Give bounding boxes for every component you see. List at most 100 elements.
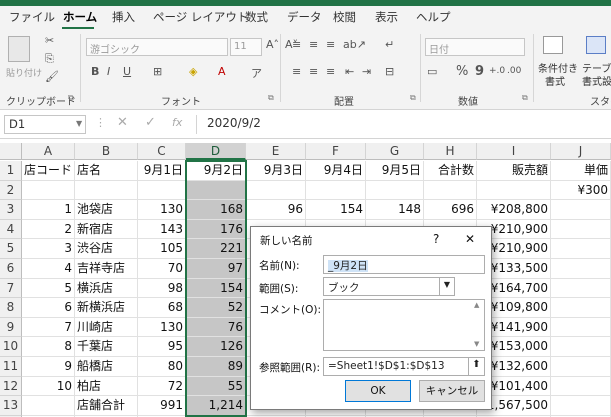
- column-header-j[interactable]: J: [551, 143, 611, 160]
- cell-a13[interactable]: [22, 396, 75, 416]
- column-header-a[interactable]: A: [22, 143, 75, 160]
- row-header-10[interactable]: 10: [0, 337, 22, 357]
- cell-j6[interactable]: [551, 259, 611, 279]
- conditional-format-icon[interactable]: [543, 36, 563, 54]
- orientation-icon[interactable]: ab↗: [343, 38, 366, 51]
- cell-j12[interactable]: [551, 376, 611, 397]
- cell-j4[interactable]: [551, 219, 611, 240]
- row-header-1[interactable]: 1: [0, 161, 22, 181]
- cell-j13[interactable]: [551, 396, 611, 416]
- paste-icon[interactable]: [8, 36, 30, 62]
- number-format-combo[interactable]: 日付: [425, 38, 525, 56]
- cell-a10[interactable]: 8: [22, 337, 75, 357]
- name-box[interactable]: D1: [4, 115, 86, 134]
- row-header-11[interactable]: 11: [0, 357, 22, 377]
- cut-icon[interactable]: ✂: [45, 34, 54, 47]
- fill-color-icon[interactable]: ◈: [189, 65, 197, 78]
- cell-j8[interactable]: [551, 298, 611, 318]
- row-header-9[interactable]: 9: [0, 317, 22, 338]
- cell-f3[interactable]: 154: [306, 200, 366, 220]
- cell-b13[interactable]: 店舗合計: [75, 396, 138, 416]
- cell-j5[interactable]: [551, 239, 611, 259]
- cell-d6[interactable]: 97: [186, 259, 246, 279]
- cell-c11[interactable]: 80: [138, 357, 186, 377]
- alignment-launcher-icon[interactable]: ⧉: [410, 93, 416, 103]
- row-header-3[interactable]: 3: [0, 200, 22, 220]
- cell-b1[interactable]: 店名: [75, 161, 138, 181]
- cell-c10[interactable]: 95: [138, 337, 186, 357]
- cell-g3[interactable]: 148: [366, 200, 424, 220]
- cell-c13[interactable]: 991: [138, 396, 186, 416]
- close-button[interactable]: ✕: [465, 232, 475, 246]
- cell-b10[interactable]: 千葉店: [75, 337, 138, 357]
- select-all-corner[interactable]: [0, 143, 22, 160]
- cell-b3[interactable]: 池袋店: [75, 200, 138, 220]
- font-color-icon[interactable]: A: [218, 65, 226, 78]
- column-header-c[interactable]: C: [138, 143, 186, 160]
- format-table-label-2[interactable]: 書式設: [582, 73, 611, 88]
- name-input[interactable]: _9月2日: [323, 255, 485, 274]
- cell-c1[interactable]: 9月1日: [138, 161, 186, 181]
- help-button[interactable]: ?: [433, 232, 439, 246]
- refers-to-input[interactable]: =Sheet1!$D$1:$D$13: [323, 357, 469, 376]
- font-launcher-icon[interactable]: ⧉: [268, 93, 274, 103]
- cell-a2[interactable]: [22, 180, 75, 201]
- clipboard-launcher-icon[interactable]: ⧉: [68, 93, 74, 103]
- cell-j7[interactable]: [551, 278, 611, 299]
- tab-formulas[interactable]: 数式: [245, 9, 268, 25]
- cell-a12[interactable]: 10: [22, 376, 75, 397]
- scope-select[interactable]: ブック: [323, 277, 455, 296]
- cell-d1[interactable]: 9月2日: [186, 161, 246, 181]
- cell-a8[interactable]: 6: [22, 298, 75, 318]
- cell-c2[interactable]: [138, 180, 186, 201]
- cell-e1[interactable]: 9月3日: [246, 161, 306, 181]
- column-header-e[interactable]: E: [246, 143, 306, 160]
- cell-d13[interactable]: 1,214: [186, 396, 246, 416]
- cell-g1[interactable]: 9月5日: [366, 161, 424, 181]
- cell-h1[interactable]: 合計数: [424, 161, 477, 181]
- cell-a3[interactable]: 1: [22, 200, 75, 220]
- bold-button[interactable]: B: [91, 65, 99, 78]
- cell-d10[interactable]: 126: [186, 337, 246, 357]
- column-header-g[interactable]: G: [366, 143, 424, 160]
- cell-b12[interactable]: 柏店: [75, 376, 138, 397]
- cancel-button[interactable]: キャンセル: [419, 380, 485, 402]
- middle-align-icon[interactable]: ≡: [309, 38, 318, 51]
- font-name-combo[interactable]: 游ゴシック: [86, 38, 228, 56]
- cell-i2[interactable]: [477, 180, 551, 201]
- cell-d4[interactable]: 176: [186, 219, 246, 240]
- merge-center-icon[interactable]: ⊟: [385, 65, 394, 78]
- cell-c9[interactable]: 130: [138, 317, 186, 338]
- tab-page-layout[interactable]: ページ レイアウト: [153, 9, 248, 25]
- confirm-entry-icon[interactable]: ✓: [145, 115, 156, 130]
- name-box-dropdown-icon[interactable]: ▼: [76, 119, 82, 128]
- number-launcher-icon[interactable]: ⧉: [522, 93, 528, 103]
- format-table-icon[interactable]: [586, 36, 606, 54]
- cell-d5[interactable]: 221: [186, 239, 246, 259]
- cell-j11[interactable]: [551, 357, 611, 377]
- underline-button[interactable]: U: [123, 65, 131, 78]
- row-header-5[interactable]: 5: [0, 239, 22, 259]
- comma-button[interactable]: 9: [475, 64, 484, 79]
- cell-d2[interactable]: [186, 180, 246, 201]
- ok-button[interactable]: OK: [345, 380, 411, 402]
- cell-d11[interactable]: 89: [186, 357, 246, 377]
- tab-review[interactable]: 校閲: [333, 9, 356, 25]
- accounting-format-icon[interactable]: ▭: [427, 65, 437, 78]
- cell-i3[interactable]: ¥208,800: [477, 200, 551, 220]
- cell-a9[interactable]: 7: [22, 317, 75, 338]
- italic-button[interactable]: I: [107, 65, 110, 78]
- cell-b2[interactable]: [75, 180, 138, 201]
- cell-e3[interactable]: 96: [246, 200, 306, 220]
- cell-a7[interactable]: 5: [22, 278, 75, 299]
- cancel-entry-icon[interactable]: ✕: [117, 115, 128, 130]
- cell-f2[interactable]: [306, 180, 366, 201]
- conditional-format-label-2[interactable]: 書式: [545, 73, 565, 88]
- row-header-6[interactable]: 6: [0, 259, 22, 279]
- column-header-h[interactable]: H: [424, 143, 477, 160]
- cell-a5[interactable]: 3: [22, 239, 75, 259]
- cell-c8[interactable]: 68: [138, 298, 186, 318]
- cell-j10[interactable]: [551, 337, 611, 357]
- bottom-align-icon[interactable]: ≡: [326, 38, 335, 51]
- borders-icon[interactable]: ⊞: [153, 65, 162, 78]
